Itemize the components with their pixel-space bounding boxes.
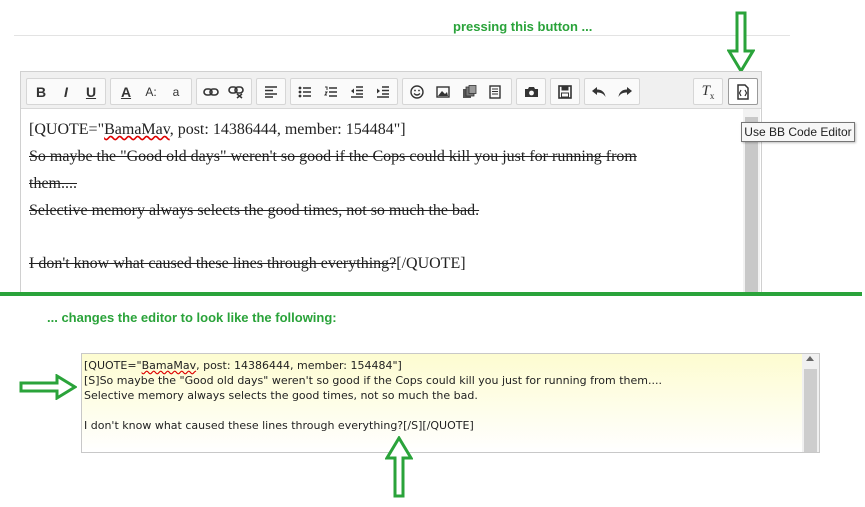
bold-icon: B: [35, 83, 47, 100]
bb-line-3: Selective memory always selects the good…: [84, 389, 478, 402]
unlink-icon: [228, 85, 244, 99]
quote-open-line: [QUOTE="BamaMav, post: 14386444, member:…: [29, 121, 406, 138]
font-size-button[interactable]: A:: [139, 79, 163, 104]
bullet-list-icon: [298, 86, 311, 97]
editor-toolbar: B I U A A: a Tx: [21, 72, 761, 109]
link-group: [196, 78, 252, 105]
redo-button[interactable]: [613, 79, 637, 104]
bbcode-tooltip: Use BB Code Editor: [741, 122, 855, 142]
right-arrow-icon: [19, 374, 77, 400]
quoted-line-2: them....: [29, 175, 77, 192]
up-arrow-icon: [385, 436, 413, 498]
underline-icon: U: [85, 83, 97, 100]
font-color-icon: A: [120, 83, 132, 100]
bb-line-1: [QUOTE="BamaMav, post: 14386444, member:…: [84, 359, 402, 372]
font-color-button[interactable]: A: [114, 79, 138, 104]
outdent-icon: [351, 85, 363, 98]
quoted-line-1: So maybe the "Good old days" weren't so …: [29, 148, 637, 165]
quoted-line-3: Selective memory always selects the good…: [29, 202, 480, 219]
bullet-list-button[interactable]: [293, 79, 317, 104]
bbcode-textarea[interactable]: [QUOTE="BamaMav, post: 14386444, member:…: [84, 358, 802, 433]
bbcode-editor[interactable]: [QUOTE="BamaMav, post: 14386444, member:…: [81, 353, 820, 453]
code-icon: [489, 84, 501, 99]
bbcode-toggle-group: [728, 78, 758, 105]
rich-text-content[interactable]: [QUOTE="BamaMav, post: 14386444, member:…: [21, 109, 741, 294]
remove-format-group: Tx: [693, 78, 723, 105]
quoted-line-4: I don't know what caused these lines thr…: [29, 255, 466, 272]
media-button[interactable]: [457, 79, 481, 104]
undo-icon: [592, 86, 606, 97]
caption-pressing-button: pressing this button ...: [453, 19, 593, 34]
save-icon: [558, 84, 572, 99]
bbcode-toggle-button[interactable]: [731, 79, 755, 104]
scroll-up-icon[interactable]: [806, 356, 814, 361]
history-group: [584, 78, 640, 105]
font-family-icon: a: [172, 84, 180, 99]
green-divider: [0, 292, 862, 296]
save-draft-button[interactable]: [553, 79, 577, 104]
smilies-button[interactable]: [405, 79, 429, 104]
bbcode-scrollbar[interactable]: [802, 354, 819, 452]
rich-text-editor[interactable]: B I U A A: a Tx [QUOTE="BamaMav, post: 1…: [20, 71, 762, 295]
remove-format-icon: Tx: [701, 82, 715, 101]
bb-line-2: [S]So maybe the "Good old days" weren't …: [84, 374, 662, 387]
font-family-button[interactable]: a: [164, 79, 188, 104]
align-group: [256, 78, 286, 105]
bb-line-4: [84, 403, 802, 418]
image-icon: [436, 85, 450, 98]
underline-button[interactable]: U: [79, 79, 103, 104]
undo-button[interactable]: [587, 79, 611, 104]
top-divider: [14, 35, 790, 36]
remove-format-button[interactable]: Tx: [696, 79, 720, 104]
rich-editor-scroll-thumb[interactable]: [745, 117, 758, 294]
text-style-group: B I U: [26, 78, 106, 105]
down-arrow-icon: [727, 11, 755, 73]
italic-button[interactable]: I: [54, 79, 78, 104]
indent-button[interactable]: [371, 79, 395, 104]
font-size-icon: A:: [145, 84, 157, 99]
link-icon: [203, 87, 219, 96]
smiley-icon: [410, 84, 424, 99]
bb-quoted-username: BamaMav: [141, 359, 197, 372]
indent-icon: [377, 85, 389, 98]
font-group: A A: a: [110, 78, 192, 105]
align-left-icon: [265, 85, 277, 98]
caption-changes-editor: ... changes the editor to look like the …: [47, 310, 337, 325]
italic-icon: I: [64, 83, 68, 100]
screenshot-button[interactable]: [519, 79, 543, 104]
bbcode-scroll-thumb[interactable]: [804, 369, 817, 452]
numbered-list-button[interactable]: [319, 79, 343, 104]
code-button[interactable]: [483, 79, 507, 104]
numbered-list-icon: [324, 86, 337, 97]
bbcode-editor-icon: [737, 83, 749, 100]
outdent-button[interactable]: [345, 79, 369, 104]
redo-icon: [618, 86, 632, 97]
bb-line-5: I don't know what caused these lines thr…: [84, 419, 474, 432]
quoted-username: BamaMav: [104, 121, 170, 138]
insert-group: [402, 78, 512, 105]
draft-group: [550, 78, 580, 105]
align-button[interactable]: [259, 79, 283, 104]
screenshot-group: [516, 78, 546, 105]
camera-icon: [524, 86, 538, 97]
list-group: [290, 78, 398, 105]
unlink-button[interactable]: [224, 79, 248, 104]
link-button[interactable]: [199, 79, 223, 104]
insert-image-button[interactable]: [431, 79, 455, 104]
bold-button[interactable]: B: [29, 79, 53, 104]
media-icon: [462, 84, 476, 98]
